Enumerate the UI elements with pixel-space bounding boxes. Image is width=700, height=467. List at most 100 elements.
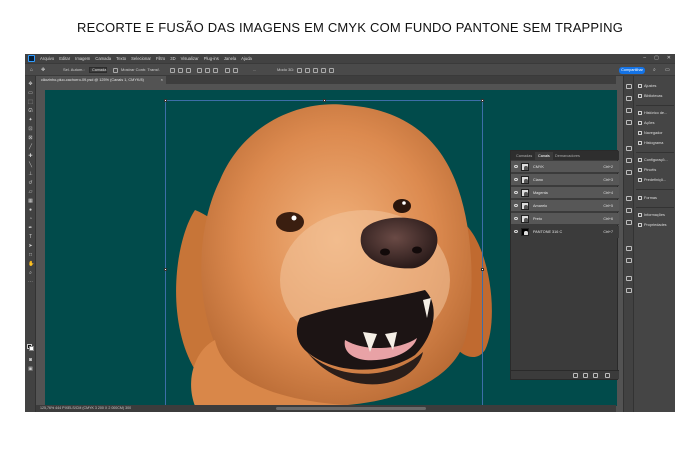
transform-handle-right[interactable] — [481, 268, 484, 271]
menu-selecionar[interactable]: Selecionar — [131, 56, 151, 61]
lasso-icon[interactable]: ᘏ — [28, 109, 33, 114]
new-channel-icon[interactable] — [593, 373, 598, 378]
screen-mode-icon[interactable]: ▣ — [28, 367, 33, 372]
align-top-icon[interactable] — [197, 68, 202, 73]
move-icon[interactable]: ✥ — [28, 82, 33, 87]
eraser-icon[interactable]: ▱ — [28, 190, 33, 195]
menu-camada[interactable]: Camada — [95, 56, 111, 61]
frame-icon[interactable]: ⊠ — [28, 136, 33, 141]
styles-panel-icon[interactable] — [626, 246, 632, 251]
channel-row-pantone[interactable]: PANTONE 316 C Ctrl+7 — [511, 226, 619, 238]
brush-icon[interactable]: ╲ — [28, 163, 33, 168]
pen-icon[interactable]: ✒ — [28, 226, 33, 231]
tab-camadas[interactable]: Camadas — [513, 152, 535, 160]
visibility-eye-icon[interactable] — [514, 204, 518, 207]
transform-handle-top-right[interactable] — [481, 99, 484, 102]
align-right-icon[interactable] — [186, 68, 191, 73]
clone-source-panel-icon[interactable] — [626, 288, 632, 293]
menu-visualizar[interactable]: Visualizar — [181, 56, 199, 61]
minimize-icon[interactable]: – — [643, 55, 646, 61]
menu-3d[interactable]: 3D — [170, 56, 175, 61]
panel-propriedades[interactable]: Propriedades — [638, 221, 667, 229]
hand-icon[interactable]: ✋ — [28, 262, 34, 267]
panel-historico[interactable]: Histórico de... — [638, 109, 667, 117]
menu-imagem[interactable]: Imagem — [75, 56, 90, 61]
transform-handle-top[interactable] — [323, 99, 326, 102]
visibility-eye-icon[interactable] — [514, 191, 518, 194]
close-window-icon[interactable]: ✕ — [667, 55, 671, 61]
roll-3d-icon[interactable] — [305, 68, 310, 73]
visibility-eye-icon[interactable] — [514, 165, 518, 168]
notes-panel-icon[interactable] — [626, 258, 632, 263]
eyedropper-icon[interactable]: ╱ — [28, 145, 33, 150]
maximize-icon[interactable]: ▢ — [654, 55, 659, 61]
channel-row-cmyk[interactable]: CMYK Ctrl+2 — [511, 161, 619, 173]
gradient-icon[interactable]: ▦ — [28, 199, 33, 204]
panel-predefinicoes[interactable]: Predefiniçõ... — [638, 176, 666, 184]
close-tab-icon[interactable]: × — [161, 76, 163, 84]
glyphs-panel-icon[interactable] — [626, 220, 632, 225]
gradients-panel-icon[interactable] — [626, 108, 632, 113]
menu-ajuda[interactable]: Ajuda — [241, 56, 252, 61]
panel-navegador[interactable]: Navegador — [638, 129, 663, 137]
workspace-icon[interactable]: ▭ — [665, 67, 670, 73]
channel-row-magenta[interactable]: Magenta Ctrl+4 — [511, 187, 619, 199]
crop-icon[interactable]: ⊡ — [28, 127, 33, 132]
layers-panel-icon[interactable] — [626, 146, 632, 151]
patterns-panel-icon[interactable] — [626, 120, 632, 125]
panel-bibliotecas[interactable]: Bibliotecas — [638, 92, 662, 100]
load-selection-icon[interactable] — [573, 373, 578, 378]
magic-wand-icon[interactable]: ✦ — [28, 118, 33, 123]
tab-demarcadores[interactable]: Demarcadores — [552, 152, 583, 160]
background-color-swatch[interactable] — [29, 346, 34, 351]
panel-informacoes[interactable]: Informações — [638, 211, 665, 219]
character-panel-icon[interactable] — [626, 196, 632, 201]
panel-histograma[interactable]: Histograma — [638, 139, 663, 147]
menu-janela[interactable]: Janela — [224, 56, 236, 61]
marquee-icon[interactable]: ⬚ — [28, 100, 33, 105]
auto-select-dropdown[interactable]: Camada — [89, 67, 107, 73]
menu-filtro[interactable]: Filtro — [156, 56, 165, 61]
home-icon[interactable]: ⌂ — [30, 67, 33, 73]
panel-configuracoes[interactable]: Configuraçõ... — [638, 156, 668, 164]
menu-plugins[interactable]: Plug-ins — [204, 56, 219, 61]
more-options-button[interactable]: ... — [253, 67, 256, 72]
slide-3d-icon[interactable] — [321, 68, 326, 73]
horizontal-scrollbar[interactable] — [276, 407, 426, 410]
align-center-icon[interactable] — [178, 68, 183, 73]
distribute-icon[interactable] — [225, 68, 230, 73]
path-selection-icon[interactable]: ➤ — [28, 244, 33, 249]
delete-channel-icon[interactable] — [605, 373, 610, 378]
distribute-2-icon[interactable] — [233, 68, 238, 73]
channel-row-amarelo[interactable]: Amarelo Ctrl+5 — [511, 200, 619, 212]
pan-3d-icon[interactable] — [313, 68, 318, 73]
type-icon[interactable]: T — [28, 235, 33, 240]
swatches-panel-icon[interactable] — [626, 96, 632, 101]
history-brush-icon[interactable]: ↺ — [28, 181, 33, 186]
menu-editar[interactable]: Editar — [59, 56, 70, 61]
move-tool-icon[interactable]: ✥ — [41, 67, 45, 73]
scale-3d-icon[interactable] — [329, 68, 334, 73]
panel-ajustes[interactable]: Ajustes — [638, 82, 656, 90]
orbit-3d-icon[interactable] — [297, 68, 302, 73]
color-swatches[interactable] — [27, 344, 34, 351]
channels-panel-icon[interactable] — [626, 158, 632, 163]
align-middle-icon[interactable] — [205, 68, 210, 73]
timeline-panel-icon[interactable] — [626, 276, 632, 281]
search-icon[interactable]: ⌕ — [653, 67, 656, 73]
align-left-icon[interactable] — [170, 68, 175, 73]
paragraph-panel-icon[interactable] — [626, 208, 632, 213]
visibility-eye-icon[interactable] — [514, 217, 518, 220]
save-selection-icon[interactable] — [583, 373, 588, 378]
panel-formas[interactable]: Formas — [638, 194, 657, 202]
panel-pinceis[interactable]: Pincéis — [638, 166, 656, 174]
edit-toolbar-icon[interactable]: ⋯ — [28, 280, 33, 285]
paths-panel-icon[interactable] — [626, 170, 632, 175]
color-panel-icon[interactable] — [626, 84, 632, 89]
document-tab[interactable]: cãozinho-pluo-cachorro-09.psd @ 125% (Ca… — [36, 76, 166, 84]
rectangle-icon[interactable]: □ — [28, 253, 33, 258]
healing-brush-icon[interactable]: ✚ — [28, 154, 33, 159]
transform-handle-top-left[interactable] — [164, 99, 167, 102]
share-button[interactable]: Compartilhar — [619, 67, 645, 74]
menu-texto[interactable]: Texto — [116, 56, 126, 61]
